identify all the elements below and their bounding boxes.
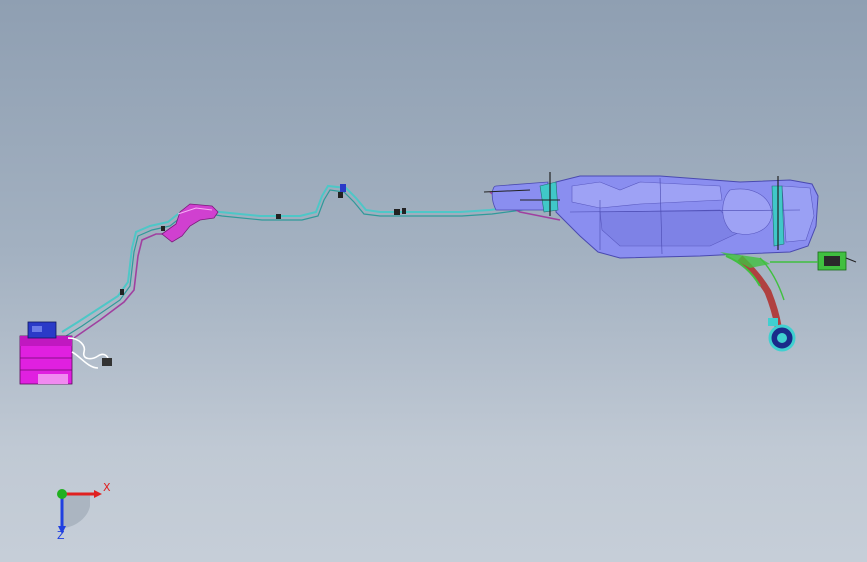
fuel-line-assembly[interactable]: [61, 184, 561, 339]
fuel-pump-module[interactable]: [19, 321, 112, 385]
orientation-triad: X Z: [44, 480, 124, 550]
heat-shield-bracket[interactable]: [161, 203, 219, 243]
pump-connector[interactable]: [102, 358, 112, 366]
triad-z-label: Z: [57, 529, 65, 542]
triad-x-label: X: [103, 481, 111, 494]
fuel-supply-line[interactable]: [61, 184, 549, 333]
fuel-system-assembly[interactable]: [0, 0, 867, 562]
filler-neck-assembly[interactable]: [720, 251, 857, 352]
cad-viewport[interactable]: X Z: [0, 0, 867, 562]
line-connector[interactable]: [340, 184, 346, 192]
triad-y-axis: [57, 489, 67, 499]
